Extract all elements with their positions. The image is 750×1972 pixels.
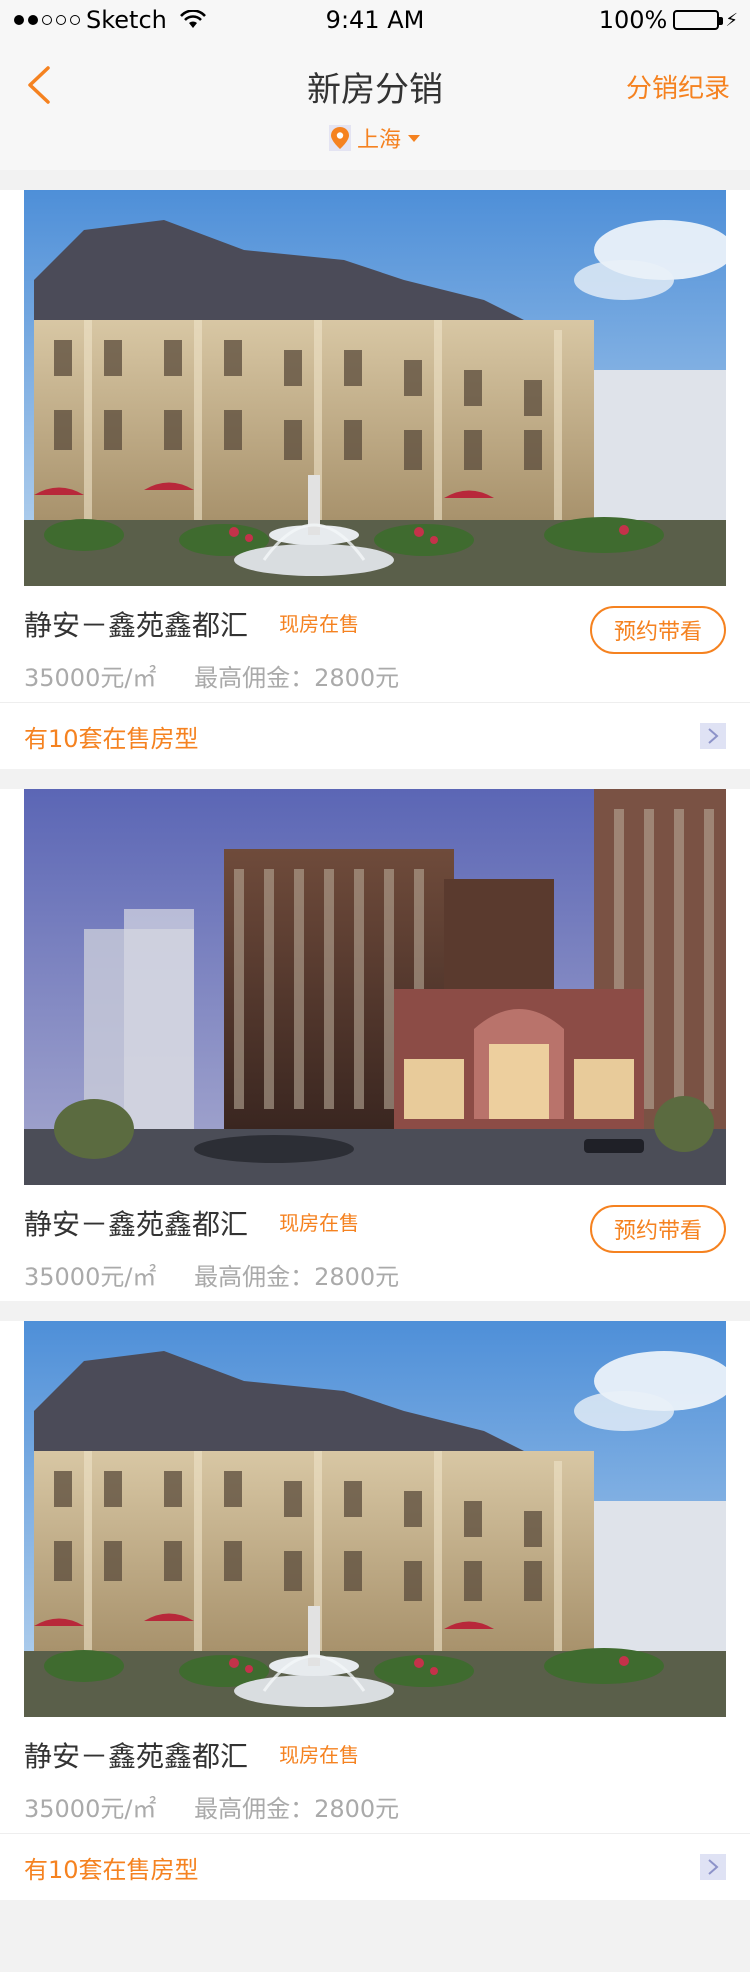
status-bar: Sketch 9:41 AM 100% ⚡ [0, 0, 750, 40]
property-image [24, 190, 726, 586]
property-name: 静安－鑫苑鑫都汇 [24, 1740, 249, 1773]
unit-types-label: 有10套在售房型 [24, 1855, 199, 1884]
book-viewing-button[interactable]: 预约带看 [590, 606, 726, 654]
listing-card[interactable]: 静安－鑫苑鑫都汇 现房在售 35000元/㎡ 最高佣金：2800元 有10套在售… [0, 1321, 750, 1900]
caret-down-icon [408, 135, 420, 142]
commission-label: 最高佣金：2800元 [194, 1795, 400, 1823]
price-label: 35000元/㎡ [24, 664, 157, 692]
property-image [24, 1321, 726, 1717]
listing-card[interactable]: 静安－鑫苑鑫都汇 现房在售 35000元/㎡ 最高佣金：2800元 预约带看 有… [0, 190, 750, 769]
city-picker[interactable]: 上海 [0, 122, 750, 154]
charging-icon: ⚡ [725, 9, 738, 31]
distribution-records-link[interactable]: 分销纪录 [626, 68, 730, 105]
sale-status-badge: 现房在售 [279, 612, 360, 636]
property-name: 静安－鑫苑鑫都汇 [24, 609, 249, 642]
sale-status-badge: 现房在售 [279, 1743, 360, 1767]
battery-icon [673, 10, 724, 30]
listing-card[interactable]: 静安－鑫苑鑫都汇 现房在售 35000元/㎡ 最高佣金：2800元 预约带看 [0, 789, 750, 1301]
status-right: 100% ⚡ [599, 6, 738, 34]
book-viewing-button[interactable]: 预约带看 [590, 1205, 726, 1253]
chevron-right-icon [700, 1854, 726, 1880]
property-name: 静安－鑫苑鑫都汇 [24, 1208, 249, 1241]
unit-types-row[interactable]: 有10套在售房型 [0, 702, 750, 769]
chevron-right-icon [700, 723, 726, 749]
navigation-bar: 新房分销 分销纪录 上海 [0, 40, 750, 170]
city-label: 上海 [356, 128, 401, 153]
listing-info: 静安－鑫苑鑫都汇 现房在售 35000元/㎡ 最高佣金：2800元 预约带看 [0, 1185, 750, 1301]
price-label: 35000元/㎡ [24, 1263, 157, 1291]
sale-status-badge: 现房在售 [279, 1211, 360, 1235]
property-image [24, 789, 726, 1185]
commission-label: 最高佣金：2800元 [194, 664, 400, 692]
listing-info: 静安－鑫苑鑫都汇 现房在售 35000元/㎡ 最高佣金：2800元 预约带看 [0, 586, 750, 702]
battery-percent: 100% [598, 6, 668, 34]
location-pin-icon [328, 125, 351, 151]
commission-label: 最高佣金：2800元 [194, 1263, 400, 1291]
top-area: Sketch 9:41 AM 100% ⚡ 新房分销 分销纪录 上海 [0, 0, 750, 170]
unit-types-label: 有10套在售房型 [24, 724, 199, 753]
listing-info: 静安－鑫苑鑫都汇 现房在售 35000元/㎡ 最高佣金：2800元 [0, 1717, 750, 1833]
price-label: 35000元/㎡ [24, 1795, 157, 1823]
unit-types-row[interactable]: 有10套在售房型 [0, 1833, 750, 1900]
